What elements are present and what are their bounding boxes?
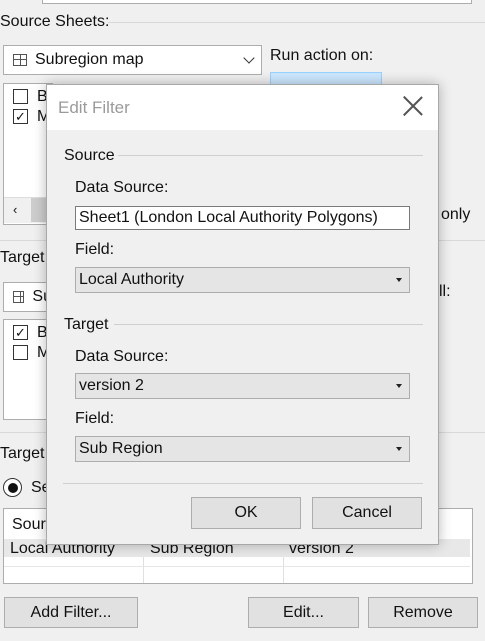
scrollbar-thumb[interactable] — [31, 198, 47, 222]
buttons-divider — [63, 483, 423, 484]
target-filters-label: Target — [0, 445, 45, 462]
column-divider-2 — [283, 557, 284, 583]
target-data-source-label: Data Source: — [75, 348, 169, 365]
target-field-dropdown-value: Sub Region — [79, 440, 163, 457]
target-field-label: Field: — [75, 410, 115, 427]
top-field-remnant — [42, 0, 472, 4]
source-group-label: Source — [64, 147, 115, 164]
source-item-checkbox-2[interactable]: ✓ — [13, 109, 28, 124]
dropdown-arrow-icon — [396, 447, 402, 451]
source-sheets-label: Source Sheets: — [0, 13, 110, 30]
column-divider-1 — [143, 557, 144, 583]
edit-filter-dialog: Edit Filter Source Data Source: Sheet1 (… — [46, 84, 439, 545]
run-action-label: Run action on: — [270, 47, 374, 64]
edit-button[interactable]: Edit... — [248, 597, 359, 628]
source-sheets-divider — [108, 22, 485, 23]
selected-fields-radio[interactable] — [3, 478, 22, 497]
target-item-checkbox-2[interactable] — [13, 345, 28, 360]
ok-button[interactable]: OK — [191, 497, 301, 529]
cancel-button[interactable]: Cancel — [312, 497, 422, 529]
dropdown-arrow-icon — [396, 278, 402, 282]
source-data-source-label: Data Source: — [75, 179, 169, 196]
dialog-titlebar: Edit Filter — [47, 85, 438, 130]
source-sheet-combo[interactable]: Subregion map — [3, 45, 262, 75]
radio-dot-icon — [7, 482, 18, 493]
target-field-dropdown[interactable]: Sub Region — [75, 436, 410, 462]
source-data-source-field[interactable]: Sheet1 (London Local Authority Polygons) — [75, 206, 410, 230]
checkmark-icon: ✓ — [15, 109, 26, 124]
source-group-divider — [118, 155, 423, 156]
scroll-left-icon[interactable]: ‹ — [13, 202, 17, 217]
source-item-checkbox-1[interactable] — [13, 89, 28, 104]
target-group-label: Target — [64, 316, 109, 333]
target-right-text: ll: — [439, 283, 451, 300]
dialog-title: Edit Filter — [58, 98, 130, 117]
add-filter-button[interactable]: Add Filter... — [4, 597, 138, 628]
close-icon[interactable] — [402, 95, 424, 117]
source-sheet-combo-value: Subregion map — [35, 51, 144, 68]
target-item-checkbox-1[interactable]: ✓ — [13, 325, 28, 340]
row-divider — [4, 566, 470, 567]
target-data-source-dropdown-value: version 2 — [79, 377, 144, 394]
target-data-source-dropdown[interactable]: version 2 — [75, 373, 410, 399]
sheet-grid-icon — [13, 54, 27, 66]
target-group-divider — [114, 324, 423, 325]
source-field-label: Field: — [75, 241, 115, 258]
sheet-grid-icon — [13, 291, 25, 303]
source-field-dropdown-value: Local Authority — [79, 271, 184, 288]
run-action-option-text: only — [441, 206, 471, 223]
dropdown-arrow-icon — [396, 384, 402, 388]
filter-table-header-source: Sour — [12, 516, 46, 533]
checkmark-icon: ✓ — [15, 325, 26, 340]
remove-button[interactable]: Remove — [368, 597, 478, 628]
source-field-dropdown[interactable]: Local Authority — [75, 267, 410, 293]
chevron-down-icon — [243, 52, 255, 64]
target-sheets-label: Target — [0, 249, 45, 266]
